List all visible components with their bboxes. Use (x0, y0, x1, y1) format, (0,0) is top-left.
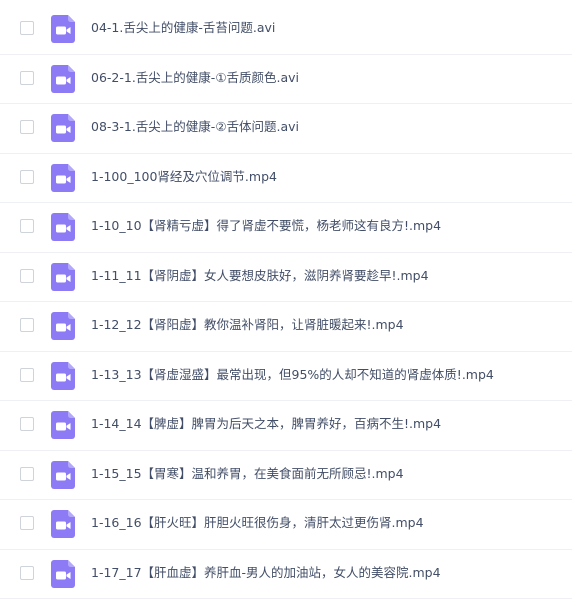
file-name[interactable]: 1-14_14【脾虚】脾胃为后天之本，脾胃养好，百病不生!.mp4 (91, 416, 441, 432)
video-file-icon (51, 15, 75, 43)
file-name[interactable]: 1-11_11【肾阴虚】女人要想皮肤好，滋阴养肾要趁早!.mp4 (91, 268, 429, 284)
file-row[interactable]: 1-10_10【肾精亏虚】得了肾虚不要慌，杨老师这有良方!.mp4 (0, 203, 572, 253)
file-row[interactable]: 1-16_16【肝火旺】肝胆火旺很伤身，清肝太过更伤肾.mp4 (0, 500, 572, 550)
file-row[interactable]: 06-2-1.舌尖上的健康-①舌质颜色.avi (0, 55, 572, 105)
file-row[interactable]: 1-11_11【肾阴虚】女人要想皮肤好，滋阴养肾要趁早!.mp4 (0, 253, 572, 303)
file-name[interactable]: 08-3-1.舌尖上的健康-②舌体问题.avi (91, 119, 299, 135)
file-row[interactable]: 08-3-1.舌尖上的健康-②舌体问题.avi (0, 104, 572, 154)
file-row[interactable]: 1-12_12【肾阳虚】教你温补肾阳，让肾脏暖起来!.mp4 (0, 302, 572, 352)
row-checkbox[interactable] (20, 120, 34, 134)
file-row[interactable]: 1-15_15【胃寒】温和养胃，在美食面前无所顾忌!.mp4 (0, 451, 572, 501)
file-name[interactable]: 1-12_12【肾阳虚】教你温补肾阳，让肾脏暖起来!.mp4 (91, 317, 404, 333)
video-file-icon (51, 164, 75, 192)
video-file-icon (51, 312, 75, 340)
video-file-icon (51, 411, 75, 439)
video-file-icon (51, 263, 75, 291)
file-name[interactable]: 1-13_13【肾虚湿盛】最常出现，但95%的人却不知道的肾虚体质!.mp4 (91, 367, 494, 383)
file-list: 04-1.舌尖上的健康-舌苔问题.avi 06-2-1.舌尖上的健康-①舌质颜色.… (0, 5, 572, 599)
file-name[interactable]: 1-100_100肾经及穴位调节.mp4 (91, 169, 277, 185)
row-checkbox[interactable] (20, 368, 34, 382)
file-name[interactable]: 1-17_17【肝血虚】养肝血-男人的加油站，女人的美容院.mp4 (91, 565, 441, 581)
row-checkbox[interactable] (20, 318, 34, 332)
row-checkbox[interactable] (20, 566, 34, 580)
video-file-icon (51, 213, 75, 241)
row-checkbox[interactable] (20, 417, 34, 431)
file-name[interactable]: 1-10_10【肾精亏虚】得了肾虚不要慌，杨老师这有良方!.mp4 (91, 218, 441, 234)
file-row[interactable]: 04-1.舌尖上的健康-舌苔问题.avi (0, 5, 572, 55)
file-name[interactable]: 1-15_15【胃寒】温和养胃，在美食面前无所顾忌!.mp4 (91, 466, 404, 482)
video-file-icon (51, 65, 75, 93)
file-name[interactable]: 06-2-1.舌尖上的健康-①舌质颜色.avi (91, 70, 299, 86)
row-checkbox[interactable] (20, 467, 34, 481)
row-checkbox[interactable] (20, 516, 34, 530)
row-checkbox[interactable] (20, 21, 34, 35)
video-file-icon (51, 510, 75, 538)
video-file-icon (51, 461, 75, 489)
video-file-icon (51, 362, 75, 390)
file-row[interactable]: 1-17_17【肝血虚】养肝血-男人的加油站，女人的美容院.mp4 (0, 550, 572, 599)
row-checkbox[interactable] (20, 170, 34, 184)
file-name[interactable]: 04-1.舌尖上的健康-舌苔问题.avi (91, 20, 275, 36)
video-file-icon (51, 114, 75, 142)
file-row[interactable]: 1-13_13【肾虚湿盛】最常出现，但95%的人却不知道的肾虚体质!.mp4 (0, 352, 572, 402)
row-checkbox[interactable] (20, 219, 34, 233)
file-row[interactable]: 1-14_14【脾虚】脾胃为后天之本，脾胃养好，百病不生!.mp4 (0, 401, 572, 451)
row-checkbox[interactable] (20, 71, 34, 85)
row-checkbox[interactable] (20, 269, 34, 283)
file-row[interactable]: 1-100_100肾经及穴位调节.mp4 (0, 154, 572, 204)
video-file-icon (51, 560, 75, 588)
file-name[interactable]: 1-16_16【肝火旺】肝胆火旺很伤身，清肝太过更伤肾.mp4 (91, 515, 424, 531)
